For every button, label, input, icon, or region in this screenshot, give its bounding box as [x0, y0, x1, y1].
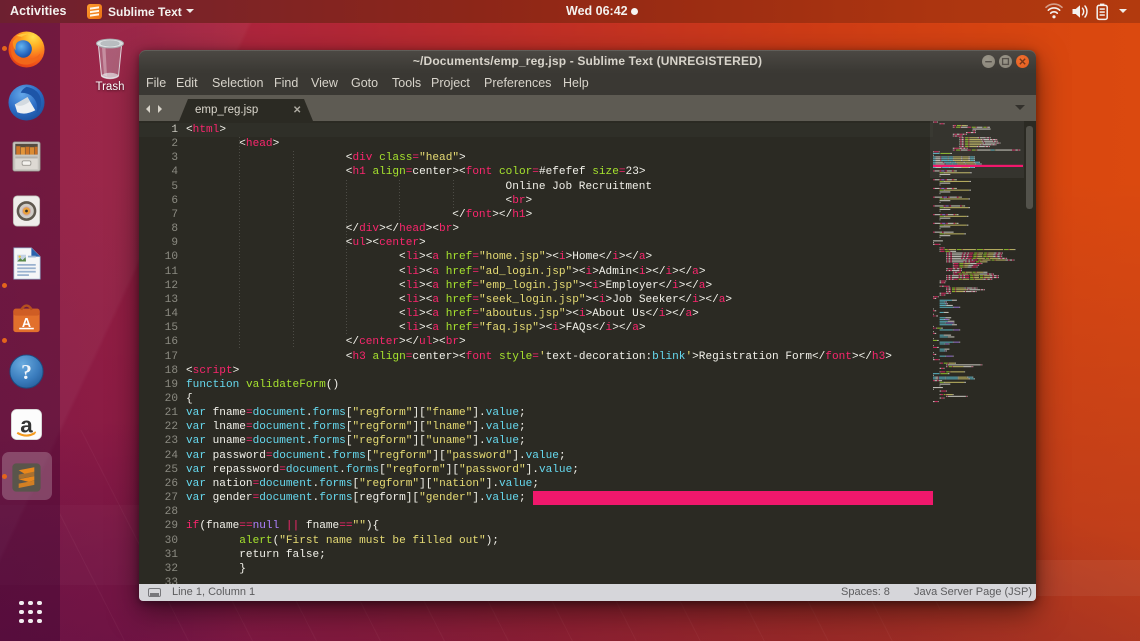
svg-text:A: A: [22, 315, 31, 329]
svg-text:a: a: [20, 412, 33, 437]
svg-text:?: ?: [21, 359, 32, 383]
